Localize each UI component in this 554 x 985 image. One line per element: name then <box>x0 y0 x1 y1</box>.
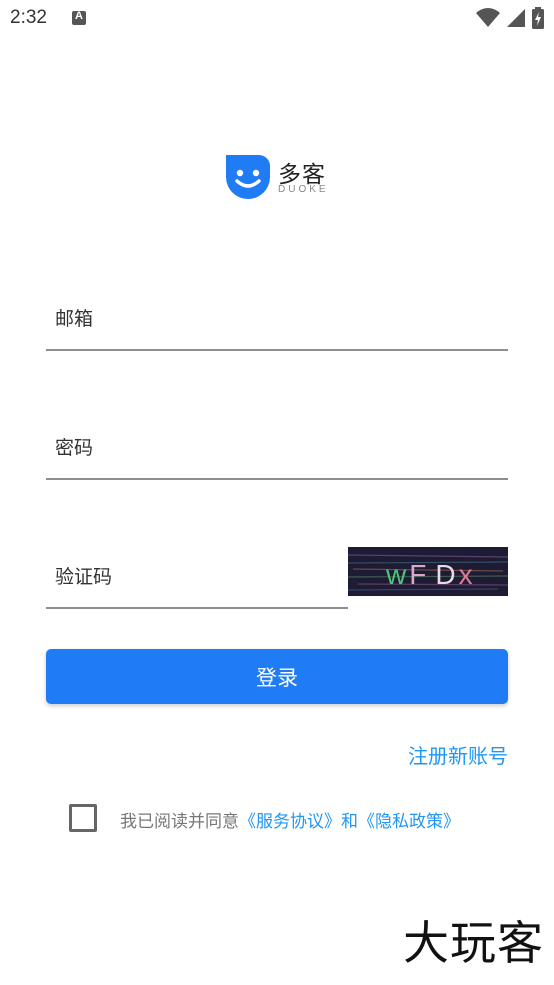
login-button-label: 登录 <box>256 665 298 690</box>
password-field[interactable]: 密码 <box>46 419 508 480</box>
service-agreement-link[interactable]: 《服务协议》 <box>239 812 341 832</box>
smiley-face-icon <box>226 155 270 199</box>
agreement-checkbox[interactable] <box>69 804 97 832</box>
email-underline <box>46 349 508 351</box>
password-underline <box>46 478 508 480</box>
agreement-conjunction: 和 <box>341 812 358 832</box>
status-icons <box>476 6 544 30</box>
logo-subtitle: DUOKE <box>278 184 329 195</box>
captcha-noise: wF Dx <box>348 547 508 596</box>
agreement-text: 我已阅读并同意《服务协议》和《隐私政策》 <box>120 807 460 832</box>
notification-a-icon <box>72 10 86 25</box>
login-button[interactable]: 登录 <box>46 649 508 704</box>
email-label: 邮箱 <box>55 308 94 330</box>
wifi-icon <box>476 8 500 27</box>
captcha-image[interactable]: wF Dx <box>348 547 508 596</box>
signal-icon <box>507 9 525 27</box>
captcha-field[interactable]: 验证码 <box>46 548 348 609</box>
status-time: 2:32 <box>10 7 47 28</box>
agreement-row: 我已阅读并同意《服务协议》和《隐私政策》 <box>69 803 529 833</box>
captcha-underline <box>46 607 348 609</box>
watermark: 大玩客 <box>403 916 544 970</box>
battery-charging-icon <box>532 7 544 29</box>
register-link[interactable]: 注册新账号 <box>408 740 508 769</box>
app-logo: 多客 DUOKE <box>226 155 336 199</box>
email-field[interactable]: 邮箱 <box>46 290 508 351</box>
status-bar: 2:32 <box>0 0 554 38</box>
password-label: 密码 <box>55 437 94 459</box>
agreement-prefix: 我已阅读并同意 <box>120 812 239 832</box>
privacy-policy-link[interactable]: 《隐私政策》 <box>358 812 460 832</box>
captcha-label: 验证码 <box>55 566 113 588</box>
